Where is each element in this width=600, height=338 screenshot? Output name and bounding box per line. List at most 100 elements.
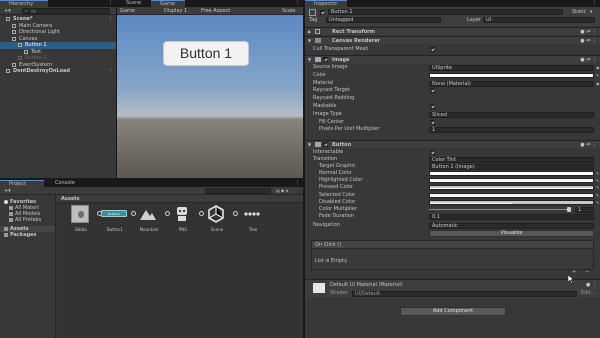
color-prop-label: Normal Color [319,170,352,176]
hierarchy-menu-icon[interactable]: ⋮ [108,0,113,6]
expand-arrow-icon[interactable]: ▼ [308,37,311,45]
eyedropper-icon[interactable]: ✎ [596,184,599,191]
eyedropper-icon[interactable]: ✎ [596,72,599,79]
object-header: Button 1 Static ▾ Tag Untagged Layer UI [305,7,600,26]
project-tabbar: Project Console ⋮ [0,180,303,187]
image-prop-field[interactable]: 1 [429,127,594,134]
add-icon[interactable]: +▾ [4,7,11,15]
color-swatch[interactable] [429,199,594,205]
breadcrumb-assets[interactable]: Assets [61,195,80,203]
expand-arrow-icon[interactable]: ▼ [308,56,311,64]
display-dropdown[interactable]: Display 1 [164,7,187,15]
scale-slider[interactable]: Scale [282,7,295,15]
project-tree-item[interactable]: Packages [0,232,55,238]
color-swatch[interactable] [429,192,594,198]
add-component-button[interactable]: Add Component [400,307,506,316]
eyedropper-icon[interactable]: ✎ [596,199,599,206]
component-icons[interactable]: ● ⇌ ⋮ [580,56,597,64]
tab-project[interactable]: Project [0,180,44,187]
material-icons[interactable]: ● ⋮ [586,282,597,289]
image-prop-label: Raycast Target [313,87,350,94]
aspect-dropdown[interactable]: Free Aspect [201,7,230,15]
image-prop-label: Source Image [313,64,348,70]
game-menu-icon[interactable]: ⋮ [295,0,300,6]
tab-console[interactable]: Console [46,180,86,187]
button-header[interactable]: ▼ Button ● ⇌ ⋮ [305,140,600,148]
hierarchy-item-menu-icon[interactable]: ⋮ [108,68,113,75]
project-add-icon[interactable]: +▾ [4,187,11,195]
tab-game[interactable]: Game [151,0,185,7]
game-mode-dropdown[interactable]: Game [120,7,135,15]
color-swatch[interactable] [429,178,594,184]
active-checkbox[interactable] [320,10,325,15]
asset-item[interactable]: PNG [169,205,204,235]
shader-dropdown[interactable]: UI/Default [352,291,577,297]
game-ui-button[interactable]: Button 1 [163,41,249,66]
asset-item[interactable]: Bibba [67,205,102,235]
cull-checkbox[interactable] [430,47,435,52]
component-icons[interactable]: ● ⇌ ⋮ [580,37,597,45]
object-picker-icon[interactable]: ◉ [596,64,600,71]
tag-dropdown[interactable]: Untagged [326,17,441,23]
color-swatch[interactable] [429,171,594,176]
hierarchy-tabbar: Hierarchy ⋮ [0,0,116,7]
interactable-checkbox[interactable] [430,150,435,155]
tree-icon [243,205,261,223]
remove-event-icon[interactable]: − [585,269,589,276]
tab-inspector[interactable]: Inspector [305,0,347,7]
inspector-menu-icon[interactable]: ⋮ [592,0,597,6]
image-prop-checkbox[interactable] [430,104,435,109]
asset-item[interactable]: Tree [239,205,267,235]
tab-scene-label: Scene [126,0,142,6]
project-menu-icon[interactable]: ⋮ [295,180,300,186]
button-enabled-checkbox[interactable] [323,142,328,147]
hierarchy-search-input[interactable]: ⌕ All [22,8,110,14]
fade-duration-value: 0.1 [432,214,440,220]
object-name-input[interactable]: Button 1 [328,9,563,15]
eyedropper-icon[interactable]: ✎ [596,192,599,199]
image-prop-checkbox[interactable] [430,119,435,125]
asset-item[interactable]: Scene [203,205,238,235]
image-prop-field[interactable]: UISprite [429,65,594,71]
eyedropper-icon[interactable]: ✎ [596,170,599,177]
color-multiplier-input[interactable]: 1 [575,207,594,213]
asset-item[interactable]: Mountain [135,205,170,235]
layer-dropdown[interactable]: UI [483,17,595,23]
eyedropper-icon[interactable]: ✎ [596,177,599,184]
color-swatch[interactable] [429,185,594,191]
component-icons[interactable]: ● ⇌ ⋮ [580,28,597,36]
tab-hierarchy[interactable]: Hierarchy [0,0,48,7]
project-search-input[interactable] [205,188,271,194]
transition-dropdown[interactable]: Color Tint [429,157,594,163]
expand-arrow-icon[interactable]: ▶ [308,28,311,36]
component-icons[interactable]: ● ⇌ ⋮ [580,141,597,149]
game-toolbar: Game Display 1 Free Aspect Scale [117,7,303,15]
layer-label: Layer [467,17,481,23]
object-picker-icon[interactable]: ◉ [596,80,600,87]
static-dropdown-icon[interactable]: ▾ [590,9,593,16]
project-tree-item[interactable]: All Prefabs [0,217,55,223]
hierarchy-item[interactable]: DontDestroyOnLoad ⋮ [0,68,116,75]
visualize-button[interactable]: Visualize [429,230,594,237]
asset-item[interactable]: Button1 Button1 [101,205,136,235]
expand-arrow-icon[interactable]: ▼ [308,141,311,149]
image-prop-checkbox[interactable] [430,88,435,94]
filter-icon[interactable]: ▤ ◆ ★ [276,187,289,195]
color-field[interactable] [429,72,594,78]
image-header[interactable]: ▼ Image ● ⇌ ⋮ [305,55,600,63]
alpha-bar [430,202,512,204]
asset-label: Scene [210,227,224,232]
expand-asset-icon[interactable] [233,211,238,216]
canvas-renderer-header[interactable]: ▼ Canvas Renderer ● ⇌ ⋮ [305,36,600,44]
image-prop-field[interactable]: None (Material) [429,80,594,87]
slider-thumb[interactable] [567,207,571,212]
navigation-dropdown[interactable]: Automatic [429,223,594,229]
image-prop-field[interactable]: Sliced [429,111,594,118]
rect-transform-header[interactable]: ▶ Rect Transform ● ⇌ ⋮ [305,27,600,35]
image-enabled-checkbox[interactable] [323,57,328,62]
fade-duration-input[interactable]: 0.1 [429,214,594,220]
color-prop-label: Highlighted Color [319,177,363,184]
tab-scene[interactable]: Scene [117,0,151,7]
shader-edit-button[interactable]: Edit... [581,290,595,297]
color-multiplier-slider[interactable] [429,209,569,210]
